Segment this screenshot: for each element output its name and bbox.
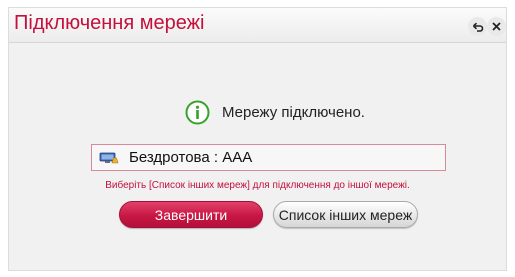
close-icon [492, 22, 501, 31]
other-networks-button[interactable]: Список інших мереж [273, 201, 418, 228]
network-icon [99, 151, 119, 165]
connection-status: Мережу підключено. [185, 99, 365, 125]
dialog-title: Підключення мережі [14, 12, 205, 34]
network-name: Бездротова : AAA [129, 149, 253, 166]
finish-button[interactable]: Завершити [119, 201, 263, 228]
close-button[interactable] [487, 17, 506, 36]
status-message: Мережу підключено. [222, 103, 365, 121]
back-icon [472, 22, 483, 32]
hint-text: Виберіть [Список інших мереж] для підклю… [105, 180, 410, 191]
title-bar: Підключення мережі [9, 8, 506, 43]
back-button[interactable] [468, 17, 487, 36]
screen: Підключення мережі Мережу підключено. Бе… [0, 0, 515, 277]
network-field: Бездротова : AAA [91, 144, 446, 171]
network-connection-dialog: Підключення мережі Мережу підключено. Бе… [8, 7, 507, 271]
info-icon [185, 100, 210, 125]
